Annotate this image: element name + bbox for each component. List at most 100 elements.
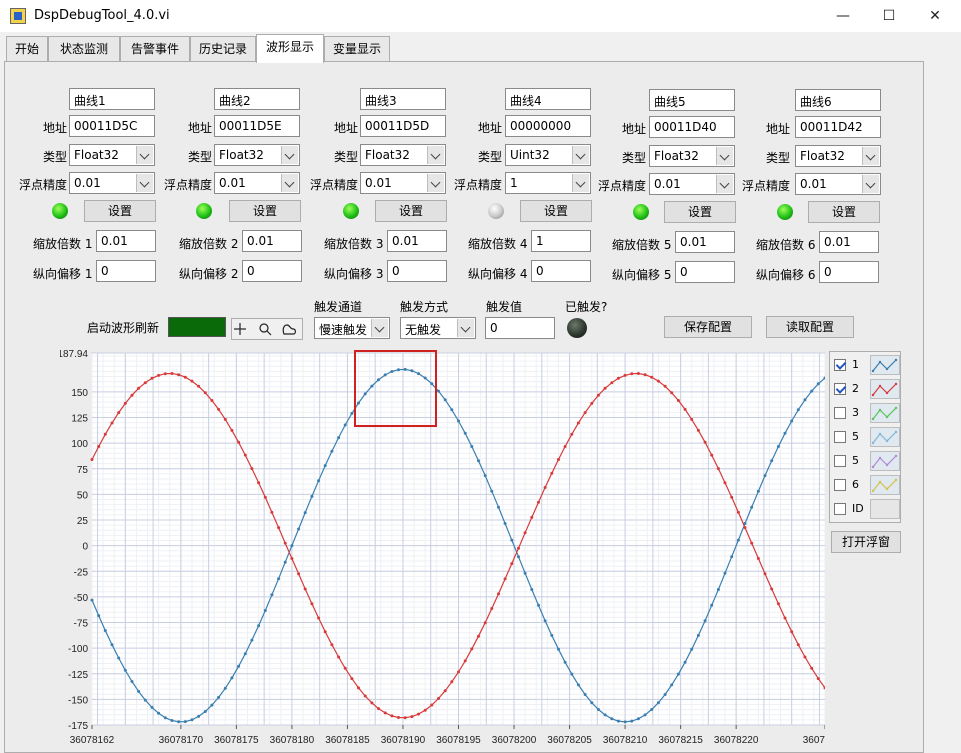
channel-name-input-4[interactable]: 曲线4 (505, 88, 591, 110)
offset-input-1[interactable]: 0 (96, 260, 156, 282)
set-button-2[interactable]: 设置 (229, 200, 301, 222)
type-select-2[interactable]: Float32 (214, 144, 300, 166)
scale-input-6[interactable]: 0.01 (819, 231, 879, 253)
type-select-3[interactable]: Float32 (360, 144, 446, 166)
precision-select-6[interactable]: 0.01 (795, 173, 881, 195)
waveform-chart[interactable]: 187.94 150 125 100 75 50 25 0 -25 -50 -75 -100 -125 -… (60, 345, 825, 750)
channel-name-input-5[interactable]: 曲线5 (649, 89, 735, 111)
series-point-2 (157, 373, 161, 377)
chevron-down-icon (572, 174, 589, 192)
legend-line-style-icon[interactable] (870, 427, 900, 447)
precision-select-1[interactable]: 0.01 (69, 172, 155, 194)
channel-name-input-2[interactable]: 曲线2 (214, 88, 300, 110)
series-point-1 (503, 522, 507, 525)
precision-select-3[interactable]: 0.01 (360, 172, 446, 194)
scale-input-4[interactable]: 1 (531, 230, 591, 252)
type-value: Uint32 (510, 148, 550, 162)
x-tick-label: 36078170 (159, 735, 204, 746)
tab-history[interactable]: 历史记录 (190, 36, 256, 62)
precision-select-2[interactable]: 0.01 (214, 172, 300, 194)
trigger-value-input[interactable]: 0 (485, 317, 555, 339)
legend-checkbox[interactable] (834, 431, 846, 443)
set-button-6[interactable]: 设置 (808, 201, 880, 223)
scale-input-3[interactable]: 0.01 (387, 230, 447, 252)
address-input-2[interactable]: 00011D5E (214, 115, 300, 137)
legend-line-style-icon[interactable] (870, 379, 900, 399)
legend-item-4[interactable]: 5 (834, 427, 900, 449)
address-input-4[interactable]: 00000000 (505, 115, 591, 137)
legend-item-5[interactable]: 5 (834, 451, 900, 473)
type-select-1[interactable]: Float32 (69, 144, 155, 166)
offset-input-5[interactable]: 0 (675, 261, 735, 283)
channel-name-input-6[interactable]: 曲线6 (795, 89, 881, 111)
chevron-down-icon (281, 174, 298, 192)
tab-alarm-events[interactable]: 告警事件 (120, 36, 190, 62)
scale-input-2[interactable]: 0.01 (242, 230, 302, 252)
type-select-4[interactable]: Uint32 (505, 144, 591, 166)
tab-waveform[interactable]: 波形显示 (256, 34, 324, 63)
series-point-2 (490, 607, 494, 610)
series-point-1 (497, 505, 500, 509)
channel-name-input-3[interactable]: 曲线3 (360, 88, 446, 110)
address-input-3[interactable]: 00011D5D (360, 115, 446, 137)
precision-select-5[interactable]: 0.01 (649, 173, 735, 195)
legend-checkbox[interactable] (834, 359, 846, 371)
address-input-1[interactable]: 00011D5C (69, 115, 155, 137)
series-point-2 (736, 510, 740, 514)
legend-checkbox[interactable] (834, 383, 846, 395)
legend-line-style-icon[interactable] (870, 451, 900, 471)
address-input-5[interactable]: 00011D40 (649, 116, 735, 138)
series-point-2 (743, 526, 747, 530)
type-select-5[interactable]: Float32 (649, 145, 735, 167)
trigger-mode-select[interactable]: 无触发 (400, 317, 476, 339)
series-point-1 (710, 603, 714, 607)
legend-item-3[interactable]: 3 (834, 403, 900, 425)
set-button-1[interactable]: 设置 (84, 200, 156, 222)
maximize-button[interactable]: ☐ (866, 0, 912, 32)
series-point-1 (650, 708, 654, 711)
tab-status-monitor[interactable]: 状态监测 (48, 36, 120, 62)
save-config-button[interactable]: 保存配置 (664, 316, 752, 338)
series-point-1 (730, 555, 734, 559)
legend-item-6[interactable]: 6 (834, 475, 900, 497)
series-point-2 (277, 526, 281, 530)
address-input-6[interactable]: 00011D42 (795, 116, 881, 138)
refresh-toggle[interactable] (168, 317, 226, 337)
scale-input-5[interactable]: 0.01 (675, 231, 735, 253)
legend-line-style-icon[interactable] (870, 355, 900, 375)
legend-line-style-icon[interactable] (870, 475, 900, 495)
minimize-button[interactable]: — (820, 0, 866, 32)
offset-label-5: 纵向偏移 5 (612, 268, 672, 282)
tab-variables[interactable]: 变量显示 (324, 36, 390, 62)
legend-checkbox[interactable] (834, 479, 846, 491)
load-config-button[interactable]: 读取配置 (766, 316, 854, 338)
close-button[interactable]: ✕ (912, 0, 958, 32)
scale-input-1[interactable]: 0.01 (96, 230, 156, 252)
legend-checkbox[interactable] (834, 455, 846, 467)
x-tick-label: 36078180 (270, 735, 315, 746)
legend-line-style-icon[interactable] (870, 403, 900, 423)
legend-item-1[interactable]: 1 (834, 355, 900, 377)
type-select-6[interactable]: Float32 (795, 145, 881, 167)
legend-item-7[interactable]: ID (834, 499, 900, 521)
trigger-channel-select[interactable]: 慢速触发 (314, 317, 390, 339)
legend-item-2[interactable]: 2 (834, 379, 900, 401)
precision-select-4[interactable]: 1 (505, 172, 591, 194)
offset-input-3[interactable]: 0 (387, 260, 447, 282)
legend-line-style-icon[interactable] (870, 499, 900, 519)
offset-input-4[interactable]: 0 (531, 260, 591, 282)
legend-checkbox[interactable] (834, 503, 846, 515)
legend-checkbox[interactable] (834, 407, 846, 419)
set-button-5[interactable]: 设置 (664, 201, 736, 223)
offset-input-6[interactable]: 0 (819, 261, 879, 283)
channel-name-input-1[interactable]: 曲线1 (69, 88, 155, 110)
series-point-2 (563, 445, 567, 448)
offset-input-2[interactable]: 0 (242, 260, 302, 282)
series-point-2 (143, 381, 147, 385)
open-float-window-button[interactable]: 打开浮窗 (831, 531, 901, 553)
set-button-4[interactable]: 设置 (520, 200, 592, 222)
series-point-1 (217, 695, 221, 699)
set-button-3[interactable]: 设置 (375, 200, 447, 222)
type-value: Float32 (219, 148, 264, 162)
tab-start[interactable]: 开始 (6, 36, 48, 62)
